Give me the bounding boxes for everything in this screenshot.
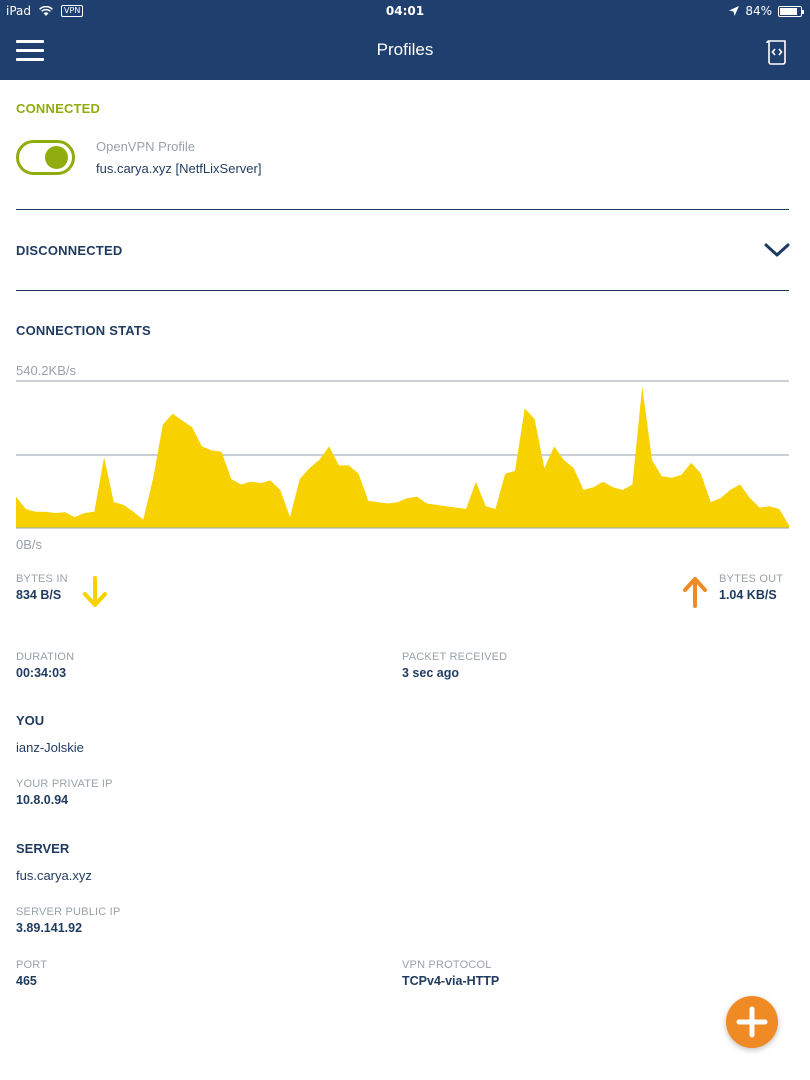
status-right: 84%: [729, 4, 804, 18]
location-arrow-icon: [729, 6, 740, 16]
connection-stats-label: CONNECTION STATS: [16, 323, 151, 338]
battery-percent: 84%: [745, 4, 772, 18]
arrow-down-icon: [83, 576, 107, 607]
server-name: fus.carya.xyz: [16, 868, 92, 883]
disconnected-label[interactable]: DISCONNECTED: [16, 243, 122, 258]
duration-value: 00:34:03: [16, 666, 67, 680]
server-public-ip-label: SERVER PUBLIC IP: [16, 906, 121, 918]
y-max-label: 540.2KB/s: [16, 363, 76, 378]
toggle-knob: [45, 146, 68, 169]
packet-received-label: PACKET RECEIVED: [402, 651, 508, 663]
divider: [16, 290, 789, 291]
private-ip-value: 10.8.0.94: [16, 793, 69, 807]
you-title: YOU: [16, 713, 45, 728]
connected-label: CONNECTED: [16, 101, 101, 116]
y-min-label: 0B/s: [16, 537, 43, 552]
arrow-up-icon: [683, 577, 707, 608]
add-profile-button[interactable]: [726, 996, 778, 1048]
bytes-out-label: BYTES OUT: [719, 573, 784, 585]
nav-bar: Profiles: [0, 24, 810, 80]
traffic-chart: 540.2KB/s 0B/s: [16, 363, 789, 552]
divider: [16, 209, 789, 210]
status-time: 04:01: [385, 4, 425, 18]
battery-icon: [778, 5, 804, 17]
private-ip-label: YOUR PRIVATE IP: [16, 778, 113, 790]
server-title: SERVER: [16, 841, 70, 856]
vpn-connection-toggle[interactable]: [16, 140, 75, 175]
status-bar: iPad VPN 04:01 84%: [0, 0, 810, 24]
page-title: Profiles: [376, 40, 434, 59]
packet-received-value: 3 sec ago: [402, 666, 459, 680]
bytes-in-label: BYTES IN: [16, 573, 68, 585]
duration-label: DURATION: [16, 651, 75, 663]
port-value: 465: [16, 974, 37, 988]
vpn-protocol-value: TCPv4-via-HTTP: [402, 974, 500, 988]
server-public-ip-value: 3.89.141.92: [16, 921, 83, 935]
vpn-protocol-label: VPN PROTOCOL: [402, 959, 492, 971]
bytes-area-series: [16, 386, 789, 528]
profile-name: fus.carya.xyz [NetfLixServer]: [96, 161, 262, 176]
chevron-down-icon[interactable]: [764, 240, 790, 260]
you-name: ianz-Jolskie: [16, 740, 84, 755]
log-file-icon[interactable]: [764, 38, 790, 66]
profile-type: OpenVPN Profile: [96, 139, 195, 154]
bytes-out-value: 1.04 KB/S: [719, 588, 777, 602]
bytes-in-value: 834 B/S: [16, 588, 62, 602]
plus-icon: [736, 1006, 768, 1038]
port-label: PORT: [16, 959, 48, 971]
